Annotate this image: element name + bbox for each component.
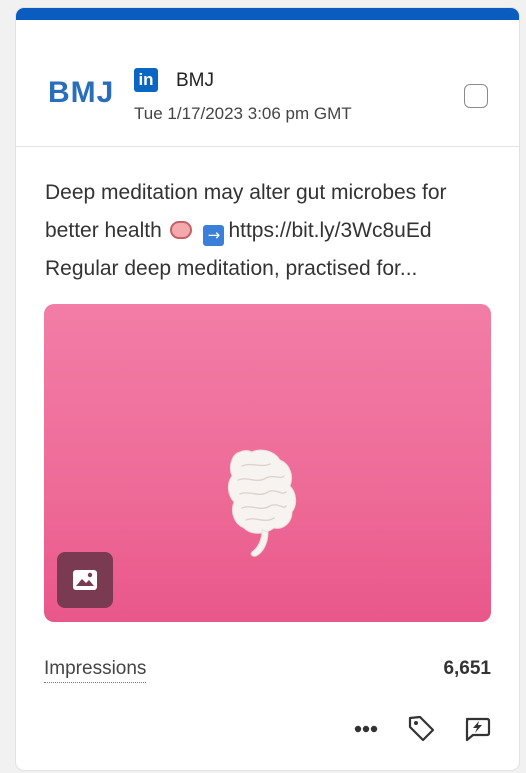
post-timestamp: Tue 1/17/2023 3:06 pm GMT	[134, 104, 352, 123]
post-image[interactable]	[44, 304, 491, 622]
image-icon	[73, 570, 97, 590]
linkedin-icon: in	[134, 68, 158, 92]
right-arrow-emoji-icon: →	[203, 225, 225, 246]
select-checkbox[interactable]	[464, 84, 488, 108]
bmj-logo: BMJ	[48, 76, 115, 109]
intestine-illustration	[227, 449, 297, 557]
post-text: Deep meditation may alter gut microbes f…	[45, 174, 495, 288]
impressions-value: 6,651	[443, 658, 491, 679]
impressions-label[interactable]: Impressions	[44, 658, 147, 683]
brain-emoji-icon	[169, 221, 192, 239]
more-options-button[interactable]	[351, 713, 381, 743]
card-header: BMJ in BMJ Tue 1/17/2023 3:06 pm GMT	[16, 20, 519, 147]
image-type-badge	[57, 552, 113, 608]
comment-bolt-icon	[465, 717, 491, 742]
tag-icon	[408, 715, 435, 742]
more-icon	[354, 725, 378, 733]
tag-button[interactable]	[406, 713, 436, 743]
post-card[interactable]: BMJ in BMJ Tue 1/17/2023 3:06 pm GMT Dee…	[16, 8, 519, 770]
card-accent-bar	[16, 8, 519, 20]
post-link[interactable]: https://bit.ly/3Wc8uEd	[228, 219, 431, 242]
account-name: BMJ	[176, 70, 214, 91]
post-text-line-1: Deep meditation may alter gut microbes f…	[45, 181, 447, 204]
post-text-line-2: better health → https://bit.ly/3Wc8uEd	[45, 212, 495, 250]
post-text-line-2-prefix: better health	[45, 219, 162, 242]
quick-reply-button[interactable]	[462, 713, 492, 743]
post-text-line-3: Regular deep meditation, practised for..…	[45, 257, 418, 280]
